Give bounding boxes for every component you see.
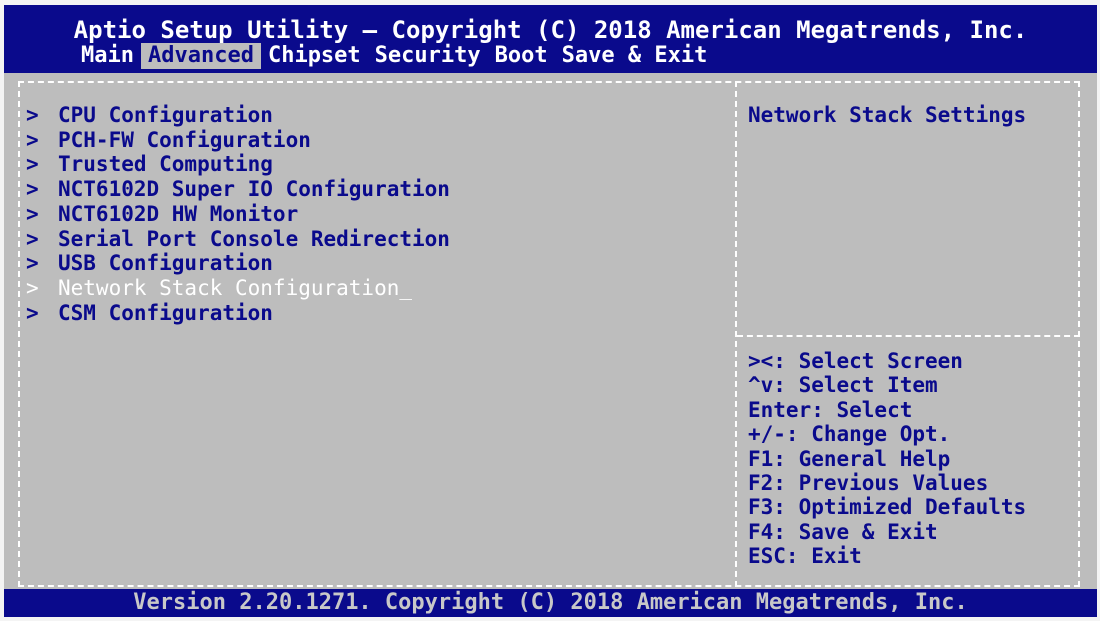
key-hint-change-opt: +/-: Change Opt.: [748, 422, 951, 447]
menu-item-label: PCH-FW Configuration: [58, 127, 311, 152]
menu-item-label: Trusted Computing: [58, 152, 273, 177]
tab-advanced[interactable]: Advanced: [140, 43, 261, 69]
key-hint-enter: Enter: Select: [748, 397, 913, 422]
key-hint-optimized-defaults: F3: Optimized Defaults: [748, 495, 1027, 520]
submenu-arrow-icon: >: [26, 177, 39, 202]
submenu-arrow-icon: >: [26, 103, 39, 127]
advanced-menu: > CPU Configuration > PCH-FW Configuration…: [26, 103, 450, 325]
key-hint-previous-values: F2: Previous Values: [748, 471, 989, 496]
submenu-arrow-icon: >: [26, 251, 39, 276]
submenu-arrow-icon: >: [26, 201, 39, 226]
key-legend: ><: Select Screen ^v: Select Item Enter:…: [748, 349, 1026, 569]
tab-security[interactable]: Security: [368, 43, 488, 69]
key-hint-save-exit: F4: Save & Exit: [748, 519, 938, 544]
key-hint-select-item: ^v: Select Item: [748, 373, 938, 398]
help-divider: [737, 335, 1080, 337]
key-hint-esc-exit: ESC: Exit: [748, 544, 862, 569]
menu-item-trusted-computing[interactable]: > Trusted Computing: [26, 152, 450, 177]
menu-item-serial-port-console-redirection[interactable]: > Serial Port Console Redirection: [26, 227, 450, 252]
submenu-arrow-icon: >: [26, 226, 39, 251]
tab-bar: Main Advanced Chipset Security Boot Save…: [74, 43, 714, 69]
tab-chipset[interactable]: Chipset: [261, 43, 368, 69]
tab-save-exit[interactable]: Save & Exit: [555, 43, 715, 69]
menu-item-label: CSM Configuration: [58, 300, 273, 325]
version-text: Version 2.20.1271. Copyright (C) 2018 Am…: [133, 590, 968, 615]
submenu-arrow-icon: >: [26, 127, 39, 152]
header-bar: Aptio Setup Utility – Copyright (C) 2018…: [4, 5, 1097, 73]
menu-item-label: Network Stack Configuration: [58, 275, 400, 300]
footer-bar: Version 2.20.1271. Copyright (C) 2018 Am…: [4, 589, 1097, 617]
submenu-arrow-icon: >: [26, 275, 39, 300]
menu-item-hw-monitor[interactable]: > NCT6102D HW Monitor: [26, 202, 450, 227]
menu-item-csm-configuration[interactable]: > CSM Configuration: [26, 301, 450, 326]
text-cursor: _: [399, 275, 413, 300]
menu-item-usb-configuration[interactable]: > USB Configuration: [26, 251, 450, 276]
menu-item-pch-fw-configuration[interactable]: > PCH-FW Configuration: [26, 128, 450, 153]
submenu-arrow-icon: >: [26, 300, 39, 325]
item-help-text: Network Stack Settings: [748, 103, 1027, 127]
menu-item-cpu-configuration[interactable]: > CPU Configuration: [26, 103, 450, 128]
bios-screen: Aptio Setup Utility – Copyright (C) 2018…: [4, 5, 1097, 617]
app-title: Aptio Setup Utility – Copyright (C) 2018…: [73, 16, 1028, 44]
menu-item-label: CPU Configuration: [58, 103, 273, 127]
menu-item-label: Serial Port Console Redirection: [58, 226, 450, 251]
menu-item-network-stack-configuration[interactable]: > Network Stack Configuration_: [26, 276, 450, 301]
menu-item-label: NCT6102D HW Monitor: [58, 201, 299, 226]
panel-divider: [735, 81, 737, 587]
key-hint-select-screen: ><: Select Screen: [748, 349, 963, 373]
menu-item-label: NCT6102D Super IO Configuration: [58, 177, 450, 202]
submenu-arrow-icon: >: [26, 152, 39, 177]
menu-item-label: USB Configuration: [58, 251, 273, 276]
key-hint-general-help: F1: General Help: [748, 446, 951, 471]
tab-main[interactable]: Main: [74, 43, 141, 69]
menu-item-super-io-configuration[interactable]: > NCT6102D Super IO Configuration: [26, 177, 450, 202]
tab-boot[interactable]: Boot: [488, 43, 555, 69]
